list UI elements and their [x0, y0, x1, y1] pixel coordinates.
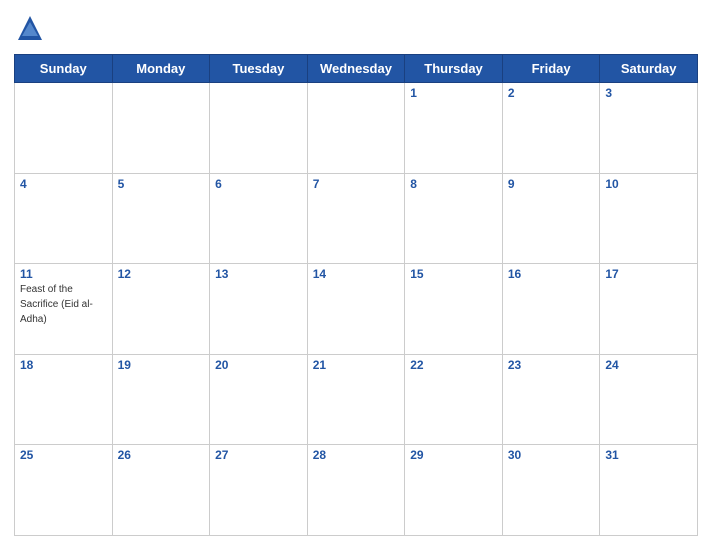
day-number: 22 [410, 358, 497, 372]
calendar-cell: 9 [502, 173, 600, 264]
logo [14, 14, 50, 46]
day-number: 27 [215, 448, 302, 462]
calendar-cell: 19 [112, 354, 210, 445]
day-number: 7 [313, 177, 400, 191]
weekday-friday: Friday [502, 55, 600, 83]
calendar-cell: 3 [600, 83, 698, 174]
day-number: 29 [410, 448, 497, 462]
calendar-cell: 26 [112, 445, 210, 536]
calendar-cell: 10 [600, 173, 698, 264]
calendar-cell: 16 [502, 264, 600, 355]
day-number: 5 [118, 177, 205, 191]
calendar-cell: 31 [600, 445, 698, 536]
weekday-sunday: Sunday [15, 55, 113, 83]
day-number: 21 [313, 358, 400, 372]
calendar-cell: 6 [210, 173, 308, 264]
calendar-cell: 8 [405, 173, 503, 264]
day-number: 30 [508, 448, 595, 462]
calendar-cell: 30 [502, 445, 600, 536]
calendar-cell: 20 [210, 354, 308, 445]
day-number: 15 [410, 267, 497, 281]
holiday-label: Feast of the Sacrifice (Eid al-Adha) [20, 284, 93, 325]
week-row-4: 18 19 20 21 22 23 24 [15, 354, 698, 445]
calendar-cell: 13 [210, 264, 308, 355]
week-row-2: 456789 10 [15, 173, 698, 264]
calendar-cell: 24 [600, 354, 698, 445]
day-number: 9 [508, 177, 595, 191]
day-number: 12 [118, 267, 205, 281]
weekday-thursday: Thursday [405, 55, 503, 83]
calendar-cell: 22 [405, 354, 503, 445]
calendar-cell: 14 [307, 264, 405, 355]
calendar-cell: 28 [307, 445, 405, 536]
week-row-5: 25 26 27 28 29 30 31 [15, 445, 698, 536]
calendar-cell: 2 [502, 83, 600, 174]
calendar-cell: 25 [15, 445, 113, 536]
day-number: 25 [20, 448, 107, 462]
calendar-cell: 23 [502, 354, 600, 445]
weekday-monday: Monday [112, 55, 210, 83]
day-number: 6 [215, 177, 302, 191]
day-number: 3 [605, 86, 692, 100]
day-number: 19 [118, 358, 205, 372]
weekday-wednesday: Wednesday [307, 55, 405, 83]
day-number: 10 [605, 177, 692, 191]
calendar-cell: 12 [112, 264, 210, 355]
day-number: 1 [410, 86, 497, 100]
calendar-cell: 7 [307, 173, 405, 264]
calendar-cell [112, 83, 210, 174]
calendar-cell: 17 [600, 264, 698, 355]
day-number: 24 [605, 358, 692, 372]
calendar-cell: 18 [15, 354, 113, 445]
day-number: 13 [215, 267, 302, 281]
day-number: 16 [508, 267, 595, 281]
calendar-cell: 29 [405, 445, 503, 536]
day-number: 31 [605, 448, 692, 462]
calendar-cell: 1 [405, 83, 503, 174]
day-number: 2 [508, 86, 595, 100]
day-number: 14 [313, 267, 400, 281]
day-number: 17 [605, 267, 692, 281]
day-number: 8 [410, 177, 497, 191]
day-number: 23 [508, 358, 595, 372]
calendar-table: SundayMondayTuesdayWednesdayThursdayFrid… [14, 54, 698, 536]
calendar-wrapper: SundayMondayTuesdayWednesdayThursdayFrid… [0, 0, 712, 550]
calendar-cell: 15 [405, 264, 503, 355]
logo-icon [14, 14, 46, 46]
day-number: 11 [20, 267, 107, 281]
day-number: 4 [20, 177, 107, 191]
weekday-tuesday: Tuesday [210, 55, 308, 83]
calendar-cell [210, 83, 308, 174]
calendar-cell: 27 [210, 445, 308, 536]
calendar-header [14, 10, 698, 54]
day-number: 18 [20, 358, 107, 372]
week-row-1: 123 [15, 83, 698, 174]
week-row-3: 11 Feast of the Sacrifice (Eid al-Adha) 12… [15, 264, 698, 355]
calendar-cell: 5 [112, 173, 210, 264]
calendar-cell [15, 83, 113, 174]
weekday-saturday: Saturday [600, 55, 698, 83]
weekday-header-row: SundayMondayTuesdayWednesdayThursdayFrid… [15, 55, 698, 83]
calendar-cell: 11 Feast of the Sacrifice (Eid al-Adha) [15, 264, 113, 355]
calendar-cell [307, 83, 405, 174]
day-number: 20 [215, 358, 302, 372]
calendar-cell: 21 [307, 354, 405, 445]
day-number: 28 [313, 448, 400, 462]
day-number: 26 [118, 448, 205, 462]
calendar-cell: 4 [15, 173, 113, 264]
